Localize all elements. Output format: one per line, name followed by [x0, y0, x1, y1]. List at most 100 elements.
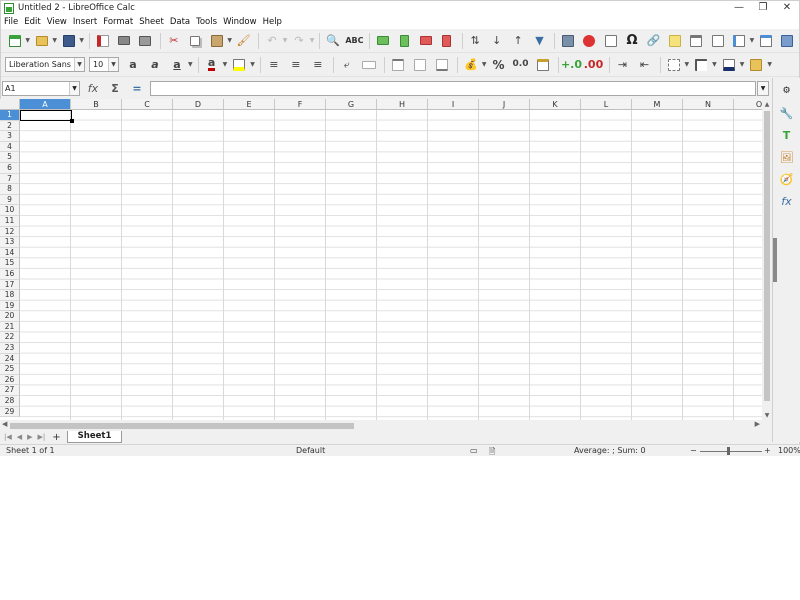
currency-format-button[interactable]: 💰 — [461, 56, 481, 74]
menu-file[interactable]: File — [4, 17, 18, 27]
row-header[interactable]: 16 — [0, 268, 20, 280]
italic-button[interactable]: a — [145, 56, 165, 74]
autofilter-button[interactable]: ▼ — [530, 32, 549, 50]
row-header[interactable]: 28 — [0, 396, 20, 407]
delete-column-button[interactable] — [437, 32, 456, 50]
decrease-indent-button[interactable]: ⇤ — [635, 56, 655, 74]
row-header[interactable]: 27 — [0, 385, 20, 397]
show-draw-functions-button[interactable] — [778, 32, 797, 50]
first-sheet-icon[interactable]: |◀ — [4, 433, 12, 441]
row-header[interactable]: 5 — [0, 152, 20, 163]
center-vertically-button[interactable] — [410, 56, 430, 74]
row-header[interactable]: 24 — [0, 353, 20, 365]
scroll-left-icon[interactable]: ◀ — [2, 420, 7, 428]
name-box[interactable]: A1 ▼ — [2, 80, 80, 96]
percent-format-button[interactable]: % — [489, 56, 509, 74]
function-wizard-icon[interactable]: fx — [84, 82, 102, 95]
font-name-box[interactable]: Liberation Sans ▼ — [5, 57, 85, 72]
column-header[interactable]: K — [530, 99, 581, 110]
sort-button[interactable]: ⇅ — [466, 32, 485, 50]
font-size-box[interactable]: 10 ▼ — [89, 57, 119, 72]
menu-sheet[interactable]: Sheet — [139, 17, 164, 27]
next-sheet-icon[interactable]: ▶ — [27, 433, 32, 441]
define-print-area-button[interactable] — [708, 32, 727, 50]
menu-help[interactable]: Help — [263, 17, 282, 27]
select-all-corner[interactable] — [0, 99, 20, 110]
menu-tools[interactable]: Tools — [196, 17, 217, 27]
column-header[interactable]: B — [71, 99, 122, 110]
add-sheet-icon[interactable]: + — [52, 432, 60, 443]
menu-data[interactable]: Data — [170, 17, 190, 27]
print-button[interactable] — [114, 32, 133, 50]
print-preview-button[interactable] — [136, 32, 155, 50]
zoom-in-icon[interactable]: + — [764, 446, 771, 455]
align-left-button[interactable]: ≡ — [264, 56, 284, 74]
minimize-button[interactable]: — — [727, 1, 751, 15]
sidebar-collapse-grip[interactable] — [773, 238, 777, 282]
new-button[interactable] — [5, 32, 24, 50]
date-format-button[interactable] — [533, 56, 553, 74]
row-header[interactable]: 4 — [0, 141, 20, 153]
chevron-down-icon[interactable]: ▼ — [69, 81, 79, 95]
chevron-down-icon[interactable]: ▼ — [108, 58, 118, 71]
conditional-format-button[interactable] — [746, 56, 766, 74]
border-color-button[interactable] — [719, 56, 739, 74]
highlight-color-button[interactable] — [229, 56, 249, 74]
underline-dropdown-arrow[interactable]: ▼ — [188, 61, 193, 68]
cell-area[interactable] — [20, 110, 762, 420]
vertical-scrollbar[interactable]: ▲ ▼ — [762, 99, 772, 420]
export-pdf-button[interactable] — [93, 32, 112, 50]
row-header[interactable]: 23 — [0, 343, 20, 354]
zoom-slider[interactable] — [700, 451, 762, 452]
formula-input[interactable] — [150, 81, 756, 96]
row-header[interactable]: 20 — [0, 311, 20, 322]
insert-row-button[interactable] — [373, 32, 392, 50]
last-sheet-icon[interactable]: ▶| — [38, 433, 46, 441]
row-header[interactable]: 25 — [0, 364, 20, 375]
column-header[interactable]: C — [122, 99, 173, 110]
column-header[interactable]: F — [275, 99, 326, 110]
row-header[interactable]: 3 — [0, 131, 20, 142]
font-color-dropdown-arrow[interactable]: ▼ — [223, 61, 228, 68]
save-button[interactable] — [59, 32, 78, 50]
row-header[interactable]: 22 — [0, 332, 20, 344]
sort-descending-button[interactable]: ↑ — [508, 32, 527, 50]
align-top-button[interactable] — [388, 56, 408, 74]
paste-dropdown-arrow[interactable]: ▼ — [227, 37, 232, 44]
border-style-button[interactable] — [691, 56, 711, 74]
horizontal-scroll-thumb[interactable] — [10, 423, 354, 429]
row-header[interactable]: 11 — [0, 215, 20, 227]
row-header[interactable]: 17 — [0, 279, 20, 291]
align-right-button[interactable]: ≡ — [308, 56, 328, 74]
row-header[interactable]: 7 — [0, 173, 20, 185]
highlight-dropdown-arrow[interactable]: ▼ — [250, 61, 255, 68]
number-format-button[interactable]: 0.0 — [511, 56, 531, 74]
hyperlink-button[interactable]: 🔗 — [644, 32, 663, 50]
row-header[interactable]: 29 — [0, 406, 20, 418]
selection-mode-icon[interactable]: ▭ — [470, 446, 478, 455]
row-header[interactable]: 1 — [0, 110, 20, 121]
close-button[interactable]: ✕ — [775, 1, 799, 15]
column-header[interactable]: E — [224, 99, 275, 110]
row-header[interactable]: 12 — [0, 226, 20, 238]
border-style-dropdown-arrow[interactable]: ▼ — [712, 61, 717, 68]
pivot-table-button[interactable] — [601, 32, 620, 50]
column-header[interactable]: L — [581, 99, 632, 110]
wrap-text-button[interactable]: ⤶ — [337, 56, 357, 74]
row-header[interactable]: 26 — [0, 374, 20, 386]
insert-chart-button[interactable] — [580, 32, 599, 50]
new-dropdown-arrow[interactable]: ▼ — [25, 37, 30, 44]
delete-decimal-button[interactable]: .00 — [584, 56, 604, 74]
redo-dropdown-arrow[interactable]: ▼ — [310, 37, 315, 44]
vertical-scroll-thumb[interactable] — [764, 111, 770, 401]
comment-button[interactable] — [665, 32, 684, 50]
column-header[interactable]: D — [173, 99, 224, 110]
page-style[interactable]: Default — [296, 446, 325, 455]
column-header[interactable]: N — [683, 99, 734, 110]
row-header[interactable]: 10 — [0, 205, 20, 216]
menu-format[interactable]: Format — [103, 17, 133, 27]
zoom-out-icon[interactable]: − — [690, 446, 697, 455]
sidebar-properties-button[interactable]: 🔧 — [778, 104, 796, 122]
column-header[interactable]: J — [479, 99, 530, 110]
sidebar-functions-button[interactable]: fx — [778, 192, 796, 210]
